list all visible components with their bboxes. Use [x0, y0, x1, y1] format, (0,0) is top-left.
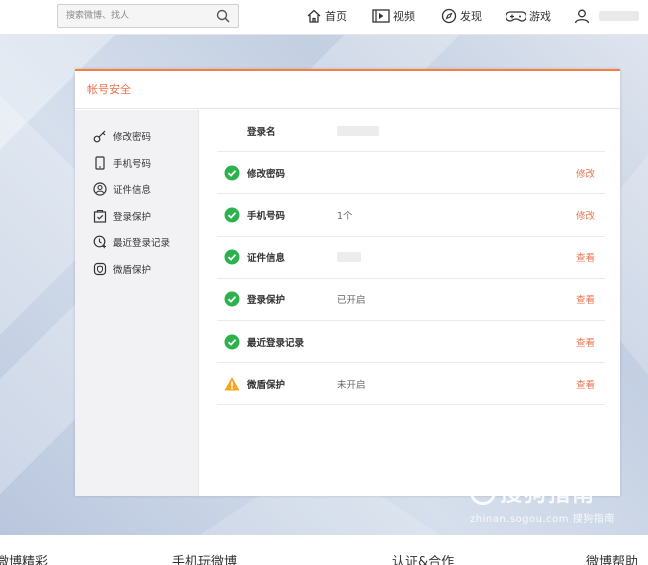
shield-icon	[93, 262, 107, 276]
security-row-password: 修改密码 修改	[217, 152, 605, 195]
account-security-panel: 帐号安全 修改密码 手机号码 证件信息 登录保护 最近登录记录 微盾保护 登录名…	[75, 69, 620, 496]
sidebar-item-recent-logins[interactable]: 最近登录记录	[75, 229, 198, 256]
panel-title: 帐号安全	[75, 71, 620, 109]
user-name-redacted	[599, 11, 639, 21]
sogou-logo-icon: S	[470, 479, 496, 505]
sidebar-item-change-password[interactable]: 修改密码	[75, 123, 198, 150]
sogou-watermark: S 搜狗指南 zhinan.sogou.com 搜狗指南	[470, 476, 615, 525]
watermark-title: 搜狗指南	[500, 482, 597, 507]
row-value: 1个	[337, 210, 353, 222]
warning-icon	[224, 376, 240, 392]
id-card-icon	[93, 182, 107, 196]
key-icon	[93, 129, 107, 143]
video-icon	[372, 9, 390, 23]
watermark-sub: 搜狗指南	[572, 514, 615, 525]
nav-discover-label: 发现	[460, 10, 482, 23]
sidebar-item-label: 修改密码	[113, 132, 152, 144]
row-label: 登录保护	[247, 295, 286, 307]
security-settings-list: 登录名 修改密码 修改 手机号码 1个 修改 证件信息 查看 登录保护 已开启 …	[217, 110, 605, 406]
footer: 微博精彩 手机玩微博 认证&合作 微博帮助	[0, 535, 648, 565]
nav-discover[interactable]: 发现	[441, 7, 482, 25]
search-box[interactable]	[57, 4, 239, 28]
sidebar-item-label: 最近登录记录	[113, 238, 171, 250]
view-id-link[interactable]: 查看	[576, 250, 595, 264]
row-label: 修改密码	[247, 168, 286, 180]
sidebar-item-label: 手机号码	[113, 158, 152, 170]
nav-home[interactable]: 首页	[306, 7, 347, 25]
sidebar-item-login-protection[interactable]: 登录保护	[75, 203, 198, 230]
search-input[interactable]	[58, 5, 198, 27]
footer-link[interactable]: 微博帮助	[586, 551, 638, 565]
modify-phone-link[interactable]: 修改	[576, 208, 595, 222]
footer-link[interactable]: 认证&合作	[392, 551, 454, 565]
view-login-protection-link[interactable]: 查看	[576, 292, 595, 306]
check-circle-icon	[224, 291, 240, 307]
user-icon	[574, 9, 590, 24]
row-label: 微盾保护	[247, 379, 286, 391]
check-circle-icon	[224, 334, 240, 350]
phone-icon	[93, 156, 107, 170]
nav-video-label: 视频	[393, 10, 415, 23]
compass-icon	[441, 8, 457, 24]
row-label: 证件信息	[247, 253, 286, 265]
row-value: 未开启	[337, 379, 366, 391]
security-row-login-protection: 登录保护 已开启 查看	[217, 279, 605, 321]
security-row-id-info: 证件信息 查看	[217, 237, 605, 279]
nav-games[interactable]: 游戏	[506, 7, 551, 25]
nav-user[interactable]	[574, 7, 639, 25]
top-nav-bar: 首页 视频 发现 游戏	[0, 0, 648, 35]
gamepad-icon	[506, 11, 526, 22]
login-name-label: 登录名	[247, 126, 276, 138]
history-icon	[93, 235, 107, 249]
sidebar-item-phone[interactable]: 手机号码	[75, 150, 198, 177]
home-icon	[307, 9, 321, 23]
id-value-redacted	[337, 252, 361, 263]
view-weidun-link[interactable]: 查看	[576, 377, 595, 391]
check-circle-icon	[224, 165, 240, 181]
search-icon[interactable]	[216, 9, 230, 23]
security-row-weidun: 微盾保护 未开启 查看	[217, 363, 605, 406]
check-circle-icon	[224, 249, 240, 265]
footer-link[interactable]: 手机玩微博	[172, 551, 237, 565]
nav-games-label: 游戏	[529, 10, 551, 23]
sidebar-item-weidun[interactable]: 微盾保护	[75, 256, 198, 283]
security-row-phone: 手机号码 1个 修改	[217, 194, 605, 237]
login-name-value-redacted	[337, 125, 379, 136]
login-protect-icon	[93, 209, 107, 223]
nav-video[interactable]: 视频	[372, 7, 415, 25]
row-value: 已开启	[337, 295, 366, 307]
sidebar-item-label: 证件信息	[113, 185, 152, 197]
footer-link[interactable]: 微博精彩	[0, 551, 48, 565]
check-circle-icon	[224, 207, 240, 223]
watermark-url: zhinan.sogou.com	[470, 514, 570, 525]
sidebar: 修改密码 手机号码 证件信息 登录保护 最近登录记录 微盾保护	[75, 110, 199, 496]
sidebar-item-label: 登录保护	[113, 211, 152, 223]
nav-home-label: 首页	[325, 10, 347, 23]
sidebar-item-label: 微盾保护	[113, 264, 152, 276]
row-label: 手机号码	[247, 210, 286, 222]
login-name-row: 登录名	[217, 110, 605, 153]
row-label: 最近登录记录	[247, 337, 305, 349]
modify-password-link[interactable]: 修改	[576, 166, 595, 180]
view-recent-logins-link[interactable]: 查看	[576, 335, 595, 349]
security-row-recent-logins: 最近登录记录 查看	[217, 321, 605, 364]
sidebar-item-id-info[interactable]: 证件信息	[75, 176, 198, 203]
